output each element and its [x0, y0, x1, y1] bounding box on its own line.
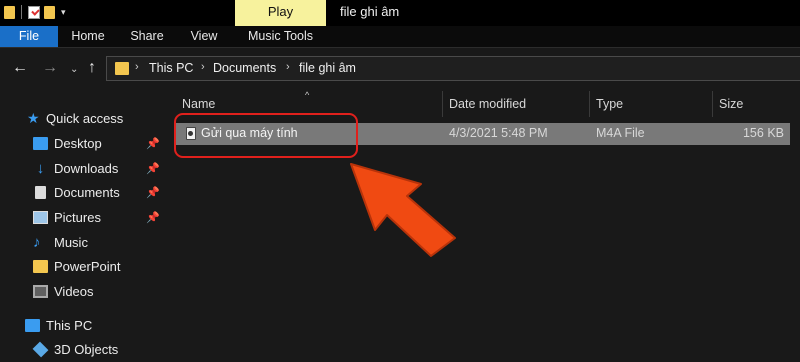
sidebar-item-label: Downloads	[54, 161, 119, 176]
downloads-icon: ↓	[36, 160, 45, 177]
annotation-highlight-box	[174, 113, 358, 158]
sidebar-item-label: Music	[54, 235, 88, 250]
properties-icon[interactable]	[28, 5, 40, 19]
pin-icon[interactable]: 📌	[146, 211, 160, 224]
breadcrumb-documents[interactable]: Documents	[213, 61, 276, 75]
folder-icon	[33, 260, 48, 273]
sidebar-item-label: Desktop	[54, 136, 102, 151]
chevron-right-icon[interactable]: ›	[135, 61, 139, 73]
file-date-modified: 4/3/2021 5:48 PM	[449, 126, 548, 140]
navigation-pane: ★ Quick access Desktop 📌 ↓ Downloads 📌 D…	[0, 89, 170, 358]
column-divider[interactable]	[712, 91, 713, 117]
sidebar-item-label: Quick access	[46, 111, 124, 126]
sidebar-item-powerpoint[interactable]: PowerPoint	[0, 255, 170, 279]
ribbon-tabs: File Home Share View Music Tools	[0, 26, 800, 48]
sidebar-item-pictures[interactable]: Pictures 📌	[0, 206, 170, 230]
breadcrumb-this-pc[interactable]: This PC	[149, 61, 193, 75]
documents-icon	[35, 186, 46, 199]
sidebar-item-quick-access[interactable]: ★ Quick access	[0, 107, 170, 131]
address-bar[interactable]: › This PC › Documents › file ghi âm	[106, 56, 800, 81]
sidebar-item-3d-objects[interactable]: 3D Objects	[0, 338, 170, 362]
column-divider[interactable]	[442, 91, 443, 117]
sidebar-item-label: Pictures	[54, 210, 101, 225]
pin-icon[interactable]: 📌	[146, 186, 160, 199]
back-arrow-icon[interactable]: ←	[12, 58, 28, 78]
breadcrumb-file-ghi-am[interactable]: file ghi âm	[299, 61, 356, 75]
address-row: ← → ⌄ ↑ › This PC › Documents › file ghi…	[0, 48, 800, 89]
tab-music-tools[interactable]: Music Tools	[235, 26, 326, 47]
window-title: file ghi âm	[340, 4, 400, 19]
sidebar-item-label: Documents	[54, 185, 120, 200]
tab-file[interactable]: File	[0, 26, 58, 47]
sidebar-item-label: PowerPoint	[54, 259, 121, 274]
file-type: M4A File	[596, 126, 645, 140]
forward-arrow-icon[interactable]: →	[42, 58, 58, 78]
star-icon: ★	[27, 110, 40, 126]
column-header-size[interactable]: Size	[719, 97, 789, 119]
toolbar-divider	[21, 5, 22, 19]
annotation-arrow-icon	[350, 163, 456, 257]
tab-home[interactable]: Home	[60, 26, 116, 47]
sidebar-item-label: This PC	[46, 318, 93, 333]
tab-share[interactable]: Share	[121, 26, 173, 47]
tab-view[interactable]: View	[179, 26, 229, 47]
customize-dropdown-icon[interactable]: ▾	[61, 6, 66, 19]
sidebar-item-label: 3D Objects	[54, 342, 119, 357]
sidebar-item-music[interactable]: ♪ Music	[0, 231, 170, 255]
sidebar-item-videos[interactable]: Videos	[0, 280, 170, 304]
recent-locations-chevron-icon[interactable]: ⌄	[70, 60, 78, 80]
sidebar-item-desktop[interactable]: Desktop 📌	[0, 132, 170, 156]
new-folder-icon[interactable]	[44, 5, 55, 19]
cube-icon	[32, 341, 49, 358]
sidebar-item-downloads[interactable]: ↓ Downloads 📌	[0, 157, 170, 181]
column-header-type[interactable]: Type	[596, 97, 706, 119]
desktop-icon	[33, 137, 48, 150]
pictures-icon	[33, 211, 48, 224]
folder-icon[interactable]	[4, 5, 15, 19]
sidebar-item-label: Videos	[54, 284, 94, 299]
folder-icon	[115, 62, 129, 75]
tab-play[interactable]: Play	[235, 0, 326, 26]
up-arrow-icon[interactable]: ↑	[88, 58, 96, 78]
videos-icon	[33, 285, 48, 298]
computer-icon	[25, 319, 40, 332]
column-divider[interactable]	[589, 91, 590, 117]
quick-access-toolbar: ▾	[4, 5, 66, 19]
column-header-date-modified[interactable]: Date modified	[449, 97, 587, 119]
title-bar: ▾ Play file ghi âm	[0, 0, 800, 26]
file-size: 156 KB	[742, 126, 784, 140]
chevron-right-icon[interactable]: ›	[201, 61, 205, 73]
music-icon: ♪	[33, 234, 41, 251]
sidebar-item-this-pc[interactable]: This PC	[0, 314, 170, 338]
chevron-right-icon[interactable]: ›	[286, 61, 290, 73]
sidebar-item-documents[interactable]: Documents 📌	[0, 181, 170, 205]
pin-icon[interactable]: 📌	[146, 162, 160, 175]
pin-icon[interactable]: 📌	[146, 137, 160, 150]
